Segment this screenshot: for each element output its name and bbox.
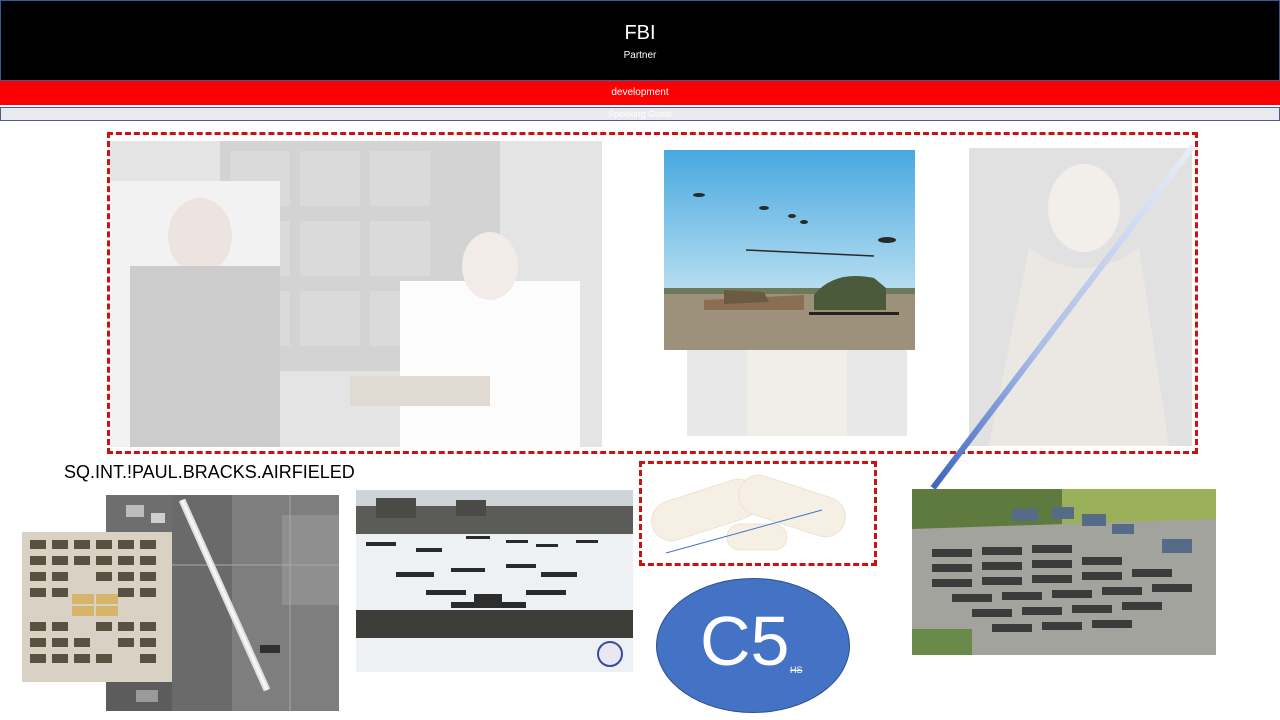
helicopter-photo xyxy=(664,150,915,350)
header-subtitle: Partner xyxy=(623,50,657,61)
c5-badge-label: C5 xyxy=(700,602,790,680)
diagonal-connector-line xyxy=(930,144,1196,490)
vehicles-aerial-photo xyxy=(22,532,172,682)
speeking-guide-banner: Speeking Guide xyxy=(0,107,1280,121)
airfield-caption: SQ.INT.!PAUL.BRACKS.AIRFIELED xyxy=(64,462,355,482)
snowy-airfield-photo xyxy=(356,490,633,672)
military-base-aerial-photo xyxy=(912,489,1216,655)
runway-aerial-photo xyxy=(172,495,339,711)
c5-badge-sublabel: HS xyxy=(790,665,803,675)
runway-left-strip xyxy=(106,682,172,711)
meeting-photo xyxy=(110,141,602,447)
bust-photo xyxy=(687,338,907,436)
aerial-strip-photo xyxy=(106,495,174,532)
pill-shapes-graphic xyxy=(651,474,846,554)
development-banner: development xyxy=(0,81,1280,105)
header-title: FBI xyxy=(624,22,656,44)
